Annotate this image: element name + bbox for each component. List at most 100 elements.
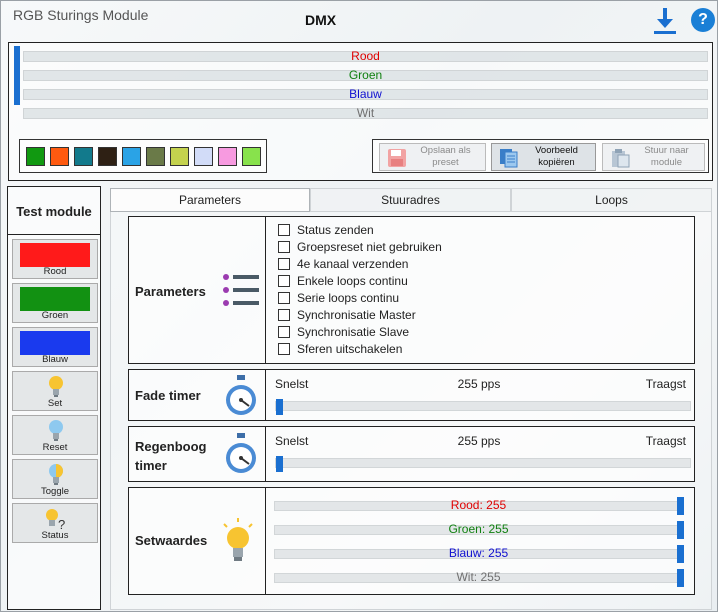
setwaarde-bar-red[interactable]: Rood: 255 [274, 498, 683, 512]
checkbox[interactable] [278, 326, 290, 338]
lightbulb-icon [49, 376, 63, 397]
send-to-module-label: Stuur naar module [644, 145, 689, 168]
stopwatch-icon [226, 375, 256, 415]
divider [265, 488, 266, 594]
test-reset-label: Reset [42, 442, 68, 453]
checkbox[interactable] [278, 275, 290, 287]
app-title: RGB Sturings Module [13, 7, 149, 23]
color-swatch[interactable] [122, 147, 141, 166]
fade-timer-section: Fade timer Snelst 255 pps Traagst [128, 369, 695, 421]
option-label: Serie loops continu [297, 291, 400, 305]
channel-bar-blue: Blauw [23, 87, 708, 101]
setwaarde-bar-white[interactable]: Wit: 255 [274, 570, 683, 584]
save-preset-button[interactable]: Opslaan als preset [379, 143, 486, 171]
slider-thumb[interactable] [276, 456, 283, 472]
tab-bar: Parameters Stuuradres Loops [110, 188, 712, 212]
checkbox[interactable] [278, 258, 290, 270]
tab-stuuradres[interactable]: Stuuradres [310, 188, 511, 212]
rainbow-max-label: Traagst [645, 434, 686, 448]
color-swatch[interactable] [50, 147, 69, 166]
checkbox[interactable] [278, 292, 290, 304]
test-red-button[interactable]: Rood [12, 239, 98, 279]
test-module-title: Test module [16, 204, 92, 219]
channel-label-white: Wit [356, 106, 375, 120]
option-label: Synchronisatie Slave [297, 325, 410, 339]
copy-example-button[interactable]: Voorbeeld kopiëren [491, 143, 596, 171]
help-icon[interactable]: ? [691, 8, 715, 32]
rainbow-timer-section: Regenboog timer Snelst 255 pps Traagst [128, 426, 695, 482]
color-swatch[interactable] [98, 147, 117, 166]
option-label: Status zenden [297, 223, 374, 237]
copy-document-icon [500, 149, 518, 168]
divider [8, 234, 100, 235]
checkbox[interactable] [278, 241, 290, 253]
channel-preview-panel: Rood Groen Blauw Wit Opslaan als preset … [8, 42, 713, 181]
test-green-button[interactable]: Groen [12, 283, 98, 323]
test-green-label: Groen [41, 310, 69, 321]
rainbow-min-label: Snelst [275, 434, 309, 448]
option-label: Groepsreset niet gebruiken [297, 240, 442, 254]
setwaarde-label-green: Groen: 255 [448, 522, 509, 536]
fade-timer-title: Fade timer [135, 388, 201, 403]
app-window: RGB Sturings Module DMX ? Rood Groen Bla… [0, 0, 718, 612]
checkbox[interactable] [278, 343, 290, 355]
setwaardes-section: Setwaardes Rood: 255 Groen: 255 Blauw: 2… [128, 487, 695, 595]
setwaarde-bar-green[interactable]: Groen: 255 [274, 522, 683, 536]
setwaarde-thumb-red[interactable] [677, 497, 684, 515]
divider [265, 427, 266, 481]
parameters-section-title: Parameters [135, 284, 206, 299]
download-icon[interactable] [653, 7, 677, 35]
test-set-label: Set [47, 398, 63, 409]
page-title: DMX [305, 12, 337, 28]
channel-label-blue: Blauw [349, 87, 382, 101]
color-swatch[interactable] [26, 147, 45, 166]
test-module-panel: Test module Rood Groen Blauw Set Reset T… [7, 186, 101, 610]
color-swatch[interactable] [218, 147, 237, 166]
checkbox[interactable] [278, 224, 290, 236]
channel-bar-red: Rood [23, 49, 708, 63]
option-label: 4e kanaal verzenden [297, 257, 409, 271]
test-set-button[interactable]: Set [12, 371, 98, 411]
test-blue-button[interactable]: Blauw [12, 327, 98, 367]
divider [265, 370, 266, 420]
channel-bar-white: Wit [23, 106, 708, 120]
channel-level-indicator [14, 46, 20, 105]
lightbulb-toggle-icon [49, 464, 63, 485]
test-toggle-label: Toggle [41, 486, 69, 497]
option-label: Enkele loops continu [297, 274, 408, 288]
preset-actions-group: Opslaan als preset Voorbeeld kopiëren St… [372, 139, 709, 173]
send-to-module-button[interactable]: Stuur naar module [602, 143, 705, 171]
rainbow-value-label: 255 pps [457, 434, 501, 448]
setwaarde-thumb-blue[interactable] [677, 545, 684, 563]
fade-timer-slider[interactable] [275, 399, 691, 415]
channel-label-green: Groen [348, 68, 383, 82]
lightbulb-icon [223, 518, 253, 561]
option-label: Synchronisatie Master [297, 308, 416, 322]
color-swatch[interactable] [170, 147, 189, 166]
color-swatch[interactable] [194, 147, 213, 166]
blue-color-block [20, 331, 90, 355]
tab-loops[interactable]: Loops [511, 188, 712, 212]
color-swatch[interactable] [146, 147, 165, 166]
checkbox[interactable] [278, 309, 290, 321]
test-status-button[interactable]: ? Status [12, 503, 98, 543]
divider [265, 217, 266, 363]
green-color-block [20, 287, 90, 311]
color-swatch[interactable] [74, 147, 93, 166]
test-blue-label: Blauw [42, 354, 68, 365]
channel-bar-green: Groen [23, 68, 708, 82]
red-color-block [20, 243, 90, 267]
color-swatch[interactable] [242, 147, 261, 166]
test-reset-button[interactable]: Reset [12, 415, 98, 455]
fade-value-label: 255 pps [457, 377, 501, 391]
rainbow-timer-slider[interactable] [275, 456, 691, 472]
slider-thumb[interactable] [276, 399, 283, 415]
fade-max-label: Traagst [645, 377, 686, 391]
setwaarde-label-blue: Blauw: 255 [448, 546, 509, 560]
tab-parameters[interactable]: Parameters [110, 188, 310, 212]
test-toggle-button[interactable]: Toggle [12, 459, 98, 499]
setwaarde-thumb-white[interactable] [677, 569, 684, 587]
setwaarde-bar-blue[interactable]: Blauw: 255 [274, 546, 683, 560]
setwaarde-thumb-green[interactable] [677, 521, 684, 539]
option-label: Sferen uitschakelen [297, 342, 403, 356]
